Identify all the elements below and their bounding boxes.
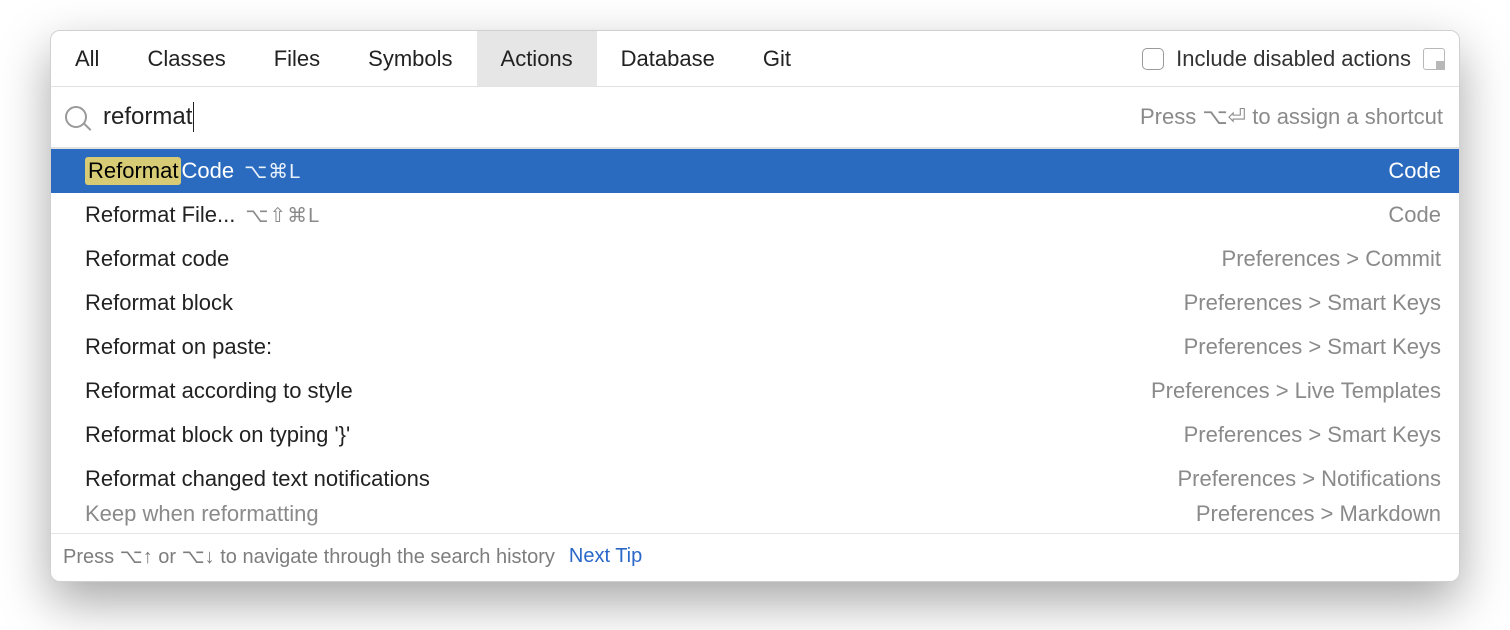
result-location: Preferences > Live Templates — [1151, 378, 1441, 404]
result-label: Reformat changed text notifications — [85, 466, 430, 492]
tab-database[interactable]: Database — [597, 31, 739, 86]
tabs-bar: All Classes Files Symbols Actions Databa… — [51, 31, 1459, 87]
result-row[interactable]: Reformat block Preferences > Smart Keys — [51, 281, 1459, 325]
tab-classes[interactable]: Classes — [123, 31, 249, 86]
include-disabled-label: Include disabled actions — [1176, 46, 1411, 72]
search-everywhere-window: All Classes Files Symbols Actions Databa… — [50, 30, 1460, 582]
result-row[interactable]: Reformat Code ⌥⌘L Code — [51, 149, 1459, 193]
result-label: Reformat code — [85, 246, 229, 272]
shortcut-label: ⌥⌘L — [244, 159, 301, 184]
footer-bar: Press ⌥↑ or ⌥↓ to navigate through the s… — [51, 533, 1459, 581]
footer-tip: Press ⌥↑ or ⌥↓ to navigate through the s… — [63, 544, 555, 569]
result-row[interactable]: Reformat code Preferences > Commit — [51, 237, 1459, 281]
assign-shortcut-hint: Press ⌥⏎ to assign a shortcut — [1140, 104, 1443, 130]
result-label: Reformat block on typing '}' — [85, 422, 350, 448]
result-row[interactable]: Reformat on paste: Preferences > Smart K… — [51, 325, 1459, 369]
pin-icon[interactable] — [1423, 48, 1445, 70]
include-disabled-toggle[interactable]: Include disabled actions — [1142, 46, 1459, 72]
result-label: Reformat block — [85, 290, 233, 316]
result-label: Reformat on paste: — [85, 334, 272, 360]
match-highlight: Reformat — [85, 157, 181, 185]
result-location: Code — [1388, 158, 1441, 184]
result-row-cut[interactable]: Keep when reformatting Preferences > Mar… — [51, 501, 1459, 533]
checkbox-icon[interactable] — [1142, 48, 1164, 70]
result-label: Code — [181, 158, 234, 184]
tab-files[interactable]: Files — [250, 31, 344, 86]
result-row[interactable]: Reformat block on typing '}' Preferences… — [51, 413, 1459, 457]
result-label: Reformat File... — [85, 202, 235, 228]
results-list: Reformat Code ⌥⌘L Code Reformat File... … — [51, 149, 1459, 533]
search-input[interactable]: reformat — [103, 102, 194, 132]
result-location: Preferences > Markdown — [1196, 501, 1441, 527]
result-row[interactable]: Reformat changed text notifications Pref… — [51, 457, 1459, 501]
tab-symbols[interactable]: Symbols — [344, 31, 476, 86]
result-label: Reformat according to style — [85, 378, 353, 404]
result-location: Preferences > Smart Keys — [1184, 334, 1441, 360]
next-tip-link[interactable]: Next Tip — [569, 545, 642, 568]
result-row[interactable]: Reformat according to style Preferences … — [51, 369, 1459, 413]
tab-git[interactable]: Git — [739, 31, 815, 86]
result-location: Preferences > Smart Keys — [1184, 422, 1441, 448]
result-row[interactable]: Reformat File... ⌥⇧⌘L Code — [51, 193, 1459, 237]
search-icon — [65, 106, 87, 128]
result-label: Keep when reformatting — [85, 501, 319, 527]
tab-actions[interactable]: Actions — [477, 31, 597, 86]
result-location: Preferences > Smart Keys — [1184, 290, 1441, 316]
tab-all[interactable]: All — [51, 31, 123, 86]
result-location: Preferences > Commit — [1222, 246, 1441, 272]
shortcut-label: ⌥⇧⌘L — [245, 203, 320, 228]
search-row: reformat Press ⌥⏎ to assign a shortcut — [51, 87, 1459, 149]
result-location: Code — [1388, 202, 1441, 228]
result-location: Preferences > Notifications — [1177, 466, 1441, 492]
